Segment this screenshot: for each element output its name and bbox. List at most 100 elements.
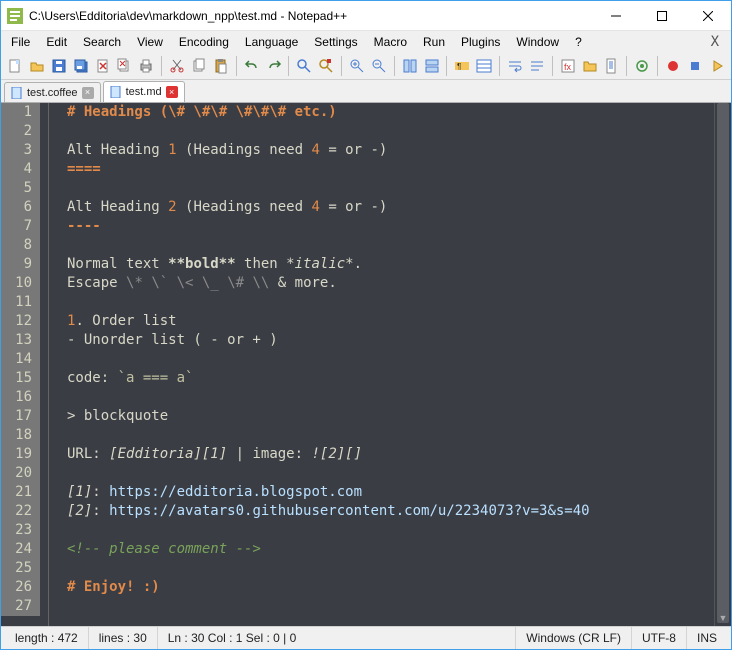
doc-map-icon[interactable] — [602, 55, 622, 77]
code-line[interactable]: 1. Order list — [67, 312, 714, 331]
file-icon — [11, 87, 23, 99]
tab-label: test.md — [126, 86, 162, 98]
record-macro-icon[interactable] — [663, 55, 683, 77]
print-icon[interactable] — [136, 55, 156, 77]
close-file-icon[interactable] — [93, 55, 113, 77]
open-file-icon[interactable] — [27, 55, 47, 77]
close-doc-button[interactable]: X — [701, 34, 729, 50]
minimize-button[interactable] — [593, 1, 639, 31]
menu-plugins[interactable]: Plugins — [453, 33, 508, 51]
svg-text:fx: fx — [564, 62, 572, 72]
vertical-scrollbar[interactable]: ▲ ▼ — [714, 103, 731, 626]
wordwrap-icon[interactable] — [505, 55, 525, 77]
find-icon[interactable] — [294, 55, 314, 77]
line-number: 21 — [1, 483, 40, 502]
redo-icon[interactable] — [264, 55, 284, 77]
save-all-icon[interactable] — [71, 55, 91, 77]
status-bar: length : 472 lines : 30 Ln : 30 Col : 1 … — [1, 626, 731, 649]
indent-guide-icon[interactable] — [474, 55, 494, 77]
menu-settings[interactable]: Settings — [306, 33, 365, 51]
line-number: 22 — [1, 502, 40, 521]
tab-close-icon[interactable]: × — [166, 86, 178, 98]
code-line[interactable]: Escape \* \` \< \_ \# \\ & more. — [67, 274, 714, 293]
code-line[interactable] — [67, 179, 714, 198]
menu-run[interactable]: Run — [415, 33, 453, 51]
scroll-down-icon[interactable]: ▼ — [715, 609, 731, 626]
menu-bar: FileEditSearchViewEncodingLanguageSettin… — [1, 31, 731, 52]
code-line[interactable]: - Unorder list ( - or + ) — [67, 331, 714, 350]
status-eol[interactable]: Windows (CR LF) — [516, 627, 632, 649]
code-line[interactable]: Alt Heading 1 (Headings need 4 = or -) — [67, 141, 714, 160]
menu-view[interactable]: View — [129, 33, 171, 51]
app-icon — [7, 8, 23, 24]
code-line[interactable]: <!-- please comment --> — [67, 540, 714, 559]
code-line[interactable]: > blockquote — [67, 407, 714, 426]
close-all-icon[interactable] — [114, 55, 134, 77]
maximize-button[interactable] — [639, 1, 685, 31]
status-encoding[interactable]: UTF-8 — [632, 627, 687, 649]
code-line[interactable]: [1]: https://edditoria.blogspot.com — [67, 483, 714, 502]
menu-macro[interactable]: Macro — [366, 33, 415, 51]
zoom-out-icon[interactable] — [369, 55, 389, 77]
copy-icon[interactable] — [189, 55, 209, 77]
svg-text:¶: ¶ — [457, 62, 461, 71]
code-line[interactable] — [67, 597, 714, 616]
tab-test-md[interactable]: test.md × — [103, 81, 185, 102]
code-line[interactable]: URL: [Edditoria][1] | image: ![2][] — [67, 445, 714, 464]
window-title: C:\Users\Edditoria\dev\markdown_npp\test… — [29, 9, 593, 23]
code-line[interactable] — [67, 122, 714, 141]
code-line[interactable]: ==== — [67, 160, 714, 179]
code-line[interactable] — [67, 559, 714, 578]
code-line[interactable] — [67, 236, 714, 255]
code-line[interactable]: Normal text **bold** then *italic*. — [67, 255, 714, 274]
line-number: 27 — [1, 597, 40, 616]
folder-panel-icon[interactable] — [580, 55, 600, 77]
stop-macro-icon[interactable] — [685, 55, 705, 77]
undo-icon[interactable] — [242, 55, 262, 77]
menu-window[interactable]: Window — [508, 33, 567, 51]
code-line[interactable] — [67, 464, 714, 483]
all-chars-icon[interactable] — [527, 55, 547, 77]
menu-encoding[interactable]: Encoding — [171, 33, 237, 51]
menu-file[interactable]: File — [3, 33, 38, 51]
close-button[interactable] — [685, 1, 731, 31]
tab-test-coffee[interactable]: test.coffee× — [4, 82, 101, 102]
menu-language[interactable]: Language — [237, 33, 306, 51]
line-number: 3 — [1, 141, 40, 160]
scrollbar-thumb[interactable] — [717, 103, 729, 623]
save-icon[interactable] — [49, 55, 69, 77]
line-number: 20 — [1, 464, 40, 483]
toggle-ws-icon[interactable]: ¶ — [452, 55, 472, 77]
line-number-gutter: 1234567891011121314151617181920212223242… — [1, 103, 49, 626]
code-line[interactable]: [2]: https://avatars0.githubusercontent.… — [67, 502, 714, 521]
code-line[interactable] — [67, 350, 714, 369]
monitor-icon[interactable] — [632, 55, 652, 77]
code-line[interactable] — [67, 293, 714, 312]
replace-icon[interactable] — [316, 55, 336, 77]
play-macro-icon[interactable] — [707, 55, 727, 77]
code-line[interactable]: # Enjoy! :) — [67, 578, 714, 597]
menu-search[interactable]: Search — [75, 33, 129, 51]
sync-v-icon[interactable] — [400, 55, 420, 77]
paste-icon[interactable] — [211, 55, 231, 77]
menu-edit[interactable]: Edit — [38, 33, 75, 51]
code-editor[interactable]: # Headings (\# \#\# \#\#\# etc.) Alt Hea… — [49, 103, 714, 626]
status-insert-mode[interactable]: INS — [687, 627, 727, 649]
code-line[interactable]: # Headings (\# \#\# \#\#\# etc.) — [67, 103, 714, 122]
line-number: 25 — [1, 559, 40, 578]
code-line[interactable] — [67, 521, 714, 540]
code-line[interactable]: Alt Heading 2 (Headings need 4 = or -) — [67, 198, 714, 217]
function-list-icon[interactable]: fx — [558, 55, 578, 77]
new-file-icon[interactable] — [5, 55, 25, 77]
menu-[interactable]: ? — [567, 33, 590, 51]
cut-icon[interactable] — [167, 55, 187, 77]
line-number: 1 — [1, 103, 40, 122]
sync-h-icon[interactable] — [422, 55, 442, 77]
code-line[interactable] — [67, 426, 714, 445]
status-lines: lines : 30 — [89, 627, 158, 649]
code-line[interactable]: ---- — [67, 217, 714, 236]
code-line[interactable]: code: `a === a` — [67, 369, 714, 388]
code-line[interactable] — [67, 388, 714, 407]
zoom-in-icon[interactable] — [347, 55, 367, 77]
tab-close-icon[interactable]: × — [82, 87, 94, 99]
